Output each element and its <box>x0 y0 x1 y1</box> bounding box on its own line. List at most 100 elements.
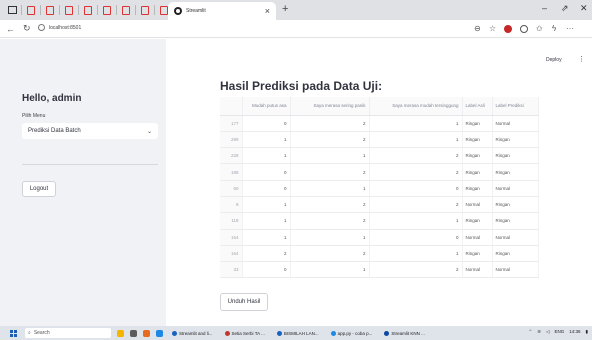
download-button[interactable]: Unduh Hasil <box>220 293 268 311</box>
pdf-tab-icon[interactable] <box>137 3 153 17</box>
pdf-tab-icon[interactable] <box>61 3 77 17</box>
row-index[interactable]: 289 <box>220 131 243 149</box>
table-cell[interactable]: 2 <box>369 261 463 279</box>
column-header[interactable]: Saya merasa sering panik <box>290 97 370 116</box>
table-cell[interactable]: 1 <box>290 147 370 165</box>
browser-app-icon[interactable] <box>143 329 150 337</box>
table-cell[interactable]: 0 <box>242 261 291 279</box>
notification-icon[interactable]: ▮ <box>586 329 588 335</box>
column-header[interactable]: Label Asli <box>462 97 493 116</box>
copilot-icon[interactable]: ϟ <box>552 24 556 33</box>
table-cell[interactable]: 1 <box>369 212 463 230</box>
taskbar-task[interactable]: app.py - coba p... <box>328 330 376 337</box>
pdf-tab-icon[interactable] <box>118 3 134 17</box>
table-cell[interactable]: 2 <box>242 245 291 263</box>
deploy-button[interactable]: Deploy <box>546 57 562 63</box>
pdf-tab-icon[interactable] <box>80 3 96 17</box>
table-cell[interactable]: Normal <box>492 115 539 132</box>
table-cell[interactable]: Normal <box>492 180 539 197</box>
bookmark-star-icon[interactable]: ☆ <box>489 24 496 33</box>
table-cell[interactable]: 1 <box>290 180 370 197</box>
table-row[interactable]: 154 1 1 0 Normal Normal <box>220 229 539 246</box>
back-icon[interactable]: ← <box>6 24 15 34</box>
language-indicator[interactable]: ENG <box>554 329 564 335</box>
table-cell[interactable]: Ringan <box>462 245 493 263</box>
pdf-tab-icon[interactable] <box>23 3 39 17</box>
table-cell[interactable]: Ringan <box>492 163 539 181</box>
logout-button[interactable]: Logout <box>22 181 56 197</box>
new-tab-icon[interactable]: + <box>282 3 288 15</box>
window-icon[interactable] <box>4 3 20 17</box>
column-header[interactable]: Mudah putus asa <box>242 97 291 116</box>
table-row[interactable]: 164 2 2 1 Ringan Ringan <box>220 245 539 263</box>
table-cell[interactable]: 2 <box>369 163 463 181</box>
table-row[interactable]: 289 1 2 1 Ringan Ringan <box>220 131 539 149</box>
table-cell[interactable]: Normal <box>462 229 493 246</box>
table-cell[interactable]: 1 <box>242 147 291 165</box>
table-cell[interactable]: Ringan <box>462 212 493 230</box>
menu-select[interactable]: Prediksi Data Batch ⌄ <box>22 123 158 139</box>
table-cell[interactable]: Ringan <box>462 180 493 197</box>
results-table[interactable]: Mudah putus asa Saya merasa sering panik… <box>220 97 545 280</box>
column-header[interactable]: Saya merasa mudah tersinggung <box>369 97 463 116</box>
table-cell[interactable]: Ringan <box>492 196 539 214</box>
table-cell[interactable]: 2 <box>290 212 370 230</box>
extension-icon[interactable] <box>504 25 512 33</box>
widgets-icon[interactable] <box>117 329 124 337</box>
table-cell[interactable]: 0 <box>242 163 291 181</box>
main-menu-icon[interactable]: ⋮ <box>578 55 585 63</box>
table-cell[interactable]: Ringan <box>492 131 539 149</box>
table-cell[interactable]: 2 <box>290 163 370 181</box>
taskbar-task[interactable]: Streamlit and li... <box>169 330 216 337</box>
table-cell[interactable]: Ringan <box>462 115 493 132</box>
chevron-up-icon[interactable]: ⌃ <box>528 329 532 335</box>
table-row[interactable]: 228 1 1 2 Ringan Ringan <box>220 147 539 165</box>
active-tab[interactable]: Streamlit × <box>168 2 276 20</box>
row-index[interactable]: 9 <box>220 196 243 214</box>
table-cell[interactable]: Normal <box>492 229 539 246</box>
row-index[interactable]: 198 <box>220 163 243 181</box>
table-cell[interactable]: 2 <box>369 196 463 214</box>
table-cell[interactable]: Ringan <box>462 147 493 165</box>
table-cell[interactable]: Ringan <box>492 245 539 263</box>
install-icon[interactable]: ⊖ <box>474 24 481 33</box>
taskbar-search[interactable]: ⌕ Search <box>25 328 111 338</box>
table-row[interactable]: 177 0 2 1 Ringan Normal <box>220 115 539 132</box>
url-field[interactable]: localhost:8501 <box>38 24 81 31</box>
table-cell[interactable]: Normal <box>462 196 493 214</box>
table-cell[interactable]: 2 <box>290 115 370 132</box>
table-cell[interactable]: 0 <box>242 115 291 132</box>
clock[interactable]: 14:36 <box>569 329 580 335</box>
minimize-icon[interactable]: – <box>542 3 547 13</box>
pdf-tab-icon[interactable] <box>42 3 58 17</box>
row-index[interactable]: 177 <box>220 115 243 132</box>
table-cell[interactable]: 1 <box>242 131 291 149</box>
table-cell[interactable]: 0 <box>369 229 463 246</box>
row-index[interactable]: 228 <box>220 147 243 165</box>
table-row[interactable]: 198 0 2 2 Ringan Ringan <box>220 163 539 181</box>
taskbar-task[interactable]: BISMILAH LAN... <box>274 330 322 337</box>
table-cell[interactable]: 1 <box>369 245 463 263</box>
table-cell[interactable]: Ringan <box>462 163 493 181</box>
more-icon[interactable]: ··· <box>566 24 574 33</box>
table-cell[interactable]: 1 <box>242 229 291 246</box>
table-cell[interactable]: Normal <box>492 261 539 279</box>
taskbar-task[interactable]: Streamlit KNN ... <box>381 330 428 337</box>
table-cell[interactable]: Normal <box>462 261 493 279</box>
row-index[interactable]: 33 <box>220 261 243 279</box>
wifi-icon[interactable]: ≋ <box>537 329 541 335</box>
reload-icon[interactable]: ↻ <box>23 23 31 34</box>
table-cell[interactable]: 2 <box>290 196 370 214</box>
table-row[interactable]: 60 0 1 0 Ringan Normal <box>220 180 539 197</box>
pdf-tab-icon[interactable] <box>99 3 115 17</box>
windows-start-icon[interactable] <box>10 329 17 337</box>
task-view-icon[interactable] <box>130 329 137 337</box>
table-cell[interactable]: 1 <box>290 261 370 279</box>
table-cell[interactable]: 1 <box>290 229 370 246</box>
column-header[interactable]: Label Prediksi <box>492 97 539 116</box>
maximize-icon[interactable]: ⇗ <box>561 3 569 14</box>
table-cell[interactable]: 1 <box>369 115 463 132</box>
row-index[interactable]: 60 <box>220 180 243 197</box>
table-cell[interactable]: 1 <box>242 212 291 230</box>
row-index[interactable]: 118 <box>220 212 243 230</box>
